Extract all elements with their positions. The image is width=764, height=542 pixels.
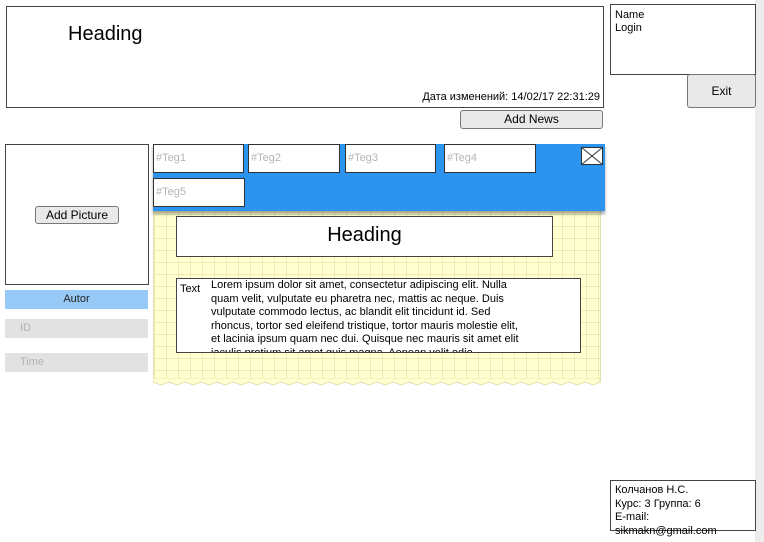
tag-input-5[interactable]: #Teg5 [153, 178, 245, 207]
text-label: Text [180, 283, 201, 295]
user-name: Name [615, 9, 645, 21]
autor-field[interactable]: Autor [5, 290, 148, 309]
tag-input-3[interactable]: #Teg3 [345, 144, 436, 173]
user-panel: Name Login [610, 4, 756, 75]
author-info-panel: Колчанов Н.С. Курс: 3 Группа: 6 E-mail: … [610, 480, 756, 537]
add-picture-button[interactable]: Add Picture [35, 206, 119, 224]
author-name: Колчанов Н.С. [615, 484, 689, 496]
tag-input-2[interactable]: #Teg2 [248, 144, 340, 173]
page-heading: Heading [68, 23, 143, 45]
page-scrollbar[interactable] [755, 0, 764, 542]
header-panel: Heading Дата изменений: 14/02/17 22:31:2… [6, 6, 604, 108]
news-text-field[interactable]: Text Lorem ipsum dolor sit amet, consect… [176, 278, 581, 353]
author-course: Курс: 3 Группа: 6 [615, 497, 701, 510]
user-login: Login [615, 22, 642, 34]
close-icon[interactable] [581, 147, 603, 165]
time-field[interactable]: Time [5, 353, 148, 372]
tag-input-4[interactable]: #Teg4 [444, 144, 536, 173]
author-email: E-mail: sikmakn@gmail.com [615, 511, 717, 537]
exit-button[interactable]: Exit [687, 74, 756, 108]
id-field[interactable]: ID [5, 319, 148, 338]
tag-input-1[interactable]: #Teg1 [153, 144, 244, 173]
note-torn-edge [153, 378, 600, 386]
news-text-body: Lorem ipsum dolor sit amet, consectetur … [211, 279, 519, 353]
news-heading-field[interactable]: Heading [176, 216, 553, 257]
modified-timestamp: Дата изменений: 14/02/17 22:31:29 [422, 91, 600, 103]
add-news-button[interactable]: Add News [460, 110, 603, 129]
